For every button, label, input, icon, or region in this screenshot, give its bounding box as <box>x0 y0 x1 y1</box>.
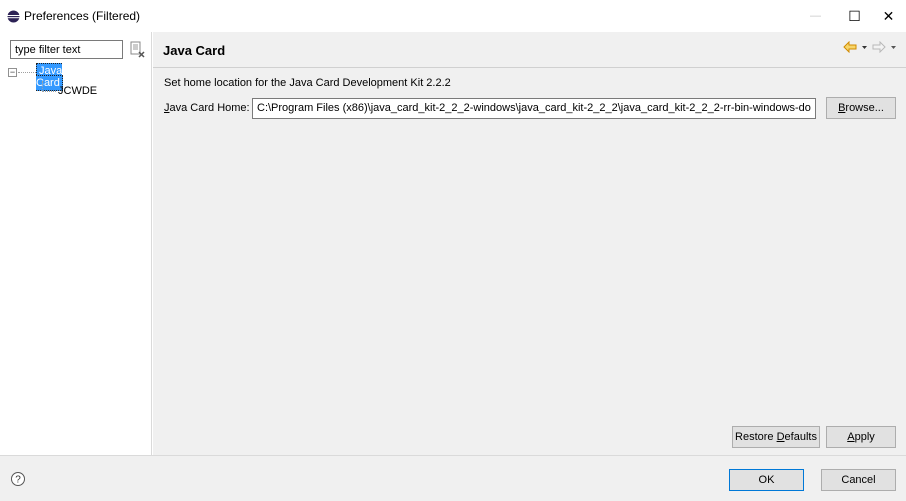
clear-filter-icon[interactable] <box>129 41 146 58</box>
tree-toggle-collapse[interactable]: − <box>8 68 17 77</box>
back-arrow-icon[interactable] <box>843 41 857 53</box>
page-title: Java Card <box>163 43 226 58</box>
java-card-home-field[interactable]: C:\Program Files (x86)\java_card_kit-2_2… <box>252 98 816 119</box>
tree-connector <box>18 72 36 73</box>
preferences-sidebar: − Java Card JCWDE <box>0 32 152 455</box>
svg-text:?: ? <box>15 475 21 486</box>
restore-defaults-button[interactable]: Restore Defaults <box>732 426 820 448</box>
tree-connector <box>42 91 56 92</box>
main-area: − Java Card JCWDE Java Card <box>0 32 906 455</box>
tree-connector <box>42 81 43 91</box>
dialog-footer: ? OK Cancel <box>0 455 906 501</box>
window-title: Preferences (Filtered) <box>24 9 141 23</box>
navigation-arrows <box>843 41 897 53</box>
help-icon[interactable]: ? <box>10 471 26 487</box>
chevron-down-icon[interactable] <box>861 41 868 53</box>
close-button[interactable]: ✕ <box>871 0 906 32</box>
filter-input[interactable] <box>10 40 123 59</box>
cancel-button[interactable]: Cancel <box>821 469 896 491</box>
eclipse-icon <box>7 10 20 23</box>
ok-button[interactable]: OK <box>729 469 804 491</box>
java-card-home-label: Java Card Home: <box>164 102 250 114</box>
apply-button[interactable]: Apply <box>826 426 896 448</box>
browse-button[interactable]: Browse... <box>826 97 896 119</box>
page-description: Set home location for the Java Card Deve… <box>164 77 451 89</box>
tree-item-jcwde[interactable]: JCWDE <box>58 85 97 97</box>
forward-arrow-icon[interactable] <box>872 41 886 53</box>
page-header: Java Card <box>153 32 906 68</box>
chevron-down-icon[interactable] <box>890 41 897 53</box>
preference-page: Java Card Set home location for the Java… <box>153 32 906 455</box>
title-bar: Preferences (Filtered) — ☐ ✕ <box>0 0 906 32</box>
